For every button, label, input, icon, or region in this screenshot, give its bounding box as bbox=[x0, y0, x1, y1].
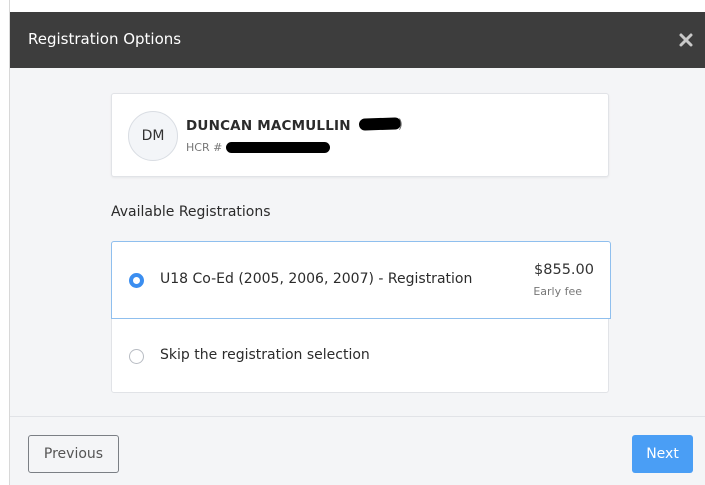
player-card: DM DUNCAN MACMULLIN ) HCR # bbox=[111, 93, 609, 177]
modal-header: Registration Options bbox=[10, 12, 705, 68]
radio-unselected-icon[interactable] bbox=[129, 349, 144, 364]
registration-list: U18 Co-Ed (2005, 2006, 2007) - Registrat… bbox=[111, 241, 611, 393]
close-icon[interactable] bbox=[677, 31, 695, 49]
avatar: DM bbox=[128, 111, 178, 161]
radio-selected-icon[interactable] bbox=[129, 273, 144, 288]
modal-title: Registration Options bbox=[28, 30, 182, 48]
registration-option-u18-coed[interactable]: U18 Co-Ed (2005, 2006, 2007) - Registrat… bbox=[111, 241, 611, 319]
redacted-hcr-number bbox=[226, 142, 330, 153]
avatar-initials: DM bbox=[141, 128, 165, 144]
player-name-suffix: ) bbox=[398, 117, 403, 131]
page-backdrop bbox=[0, 0, 10, 485]
next-button[interactable]: Next bbox=[632, 435, 693, 473]
previous-button[interactable]: Previous bbox=[28, 435, 119, 473]
redacted-birth-year bbox=[358, 117, 402, 131]
hcr-label: HCR # bbox=[186, 141, 223, 154]
registration-options-modal: Registration Options DM DUNCAN MACMULLIN… bbox=[10, 12, 705, 485]
registration-price: $855.00 bbox=[534, 262, 594, 278]
available-registrations-heading: Available Registrations bbox=[111, 204, 271, 220]
player-name: DUNCAN MACMULLIN bbox=[186, 118, 351, 134]
registration-option-skip[interactable]: Skip the registration selection bbox=[112, 319, 610, 393]
registration-option-label: Skip the registration selection bbox=[160, 347, 370, 363]
registration-option-label: U18 Co-Ed (2005, 2006, 2007) - Registrat… bbox=[160, 271, 473, 287]
modal-footer: Previous Next bbox=[10, 416, 705, 485]
registration-fee-note: Early fee bbox=[533, 285, 582, 298]
